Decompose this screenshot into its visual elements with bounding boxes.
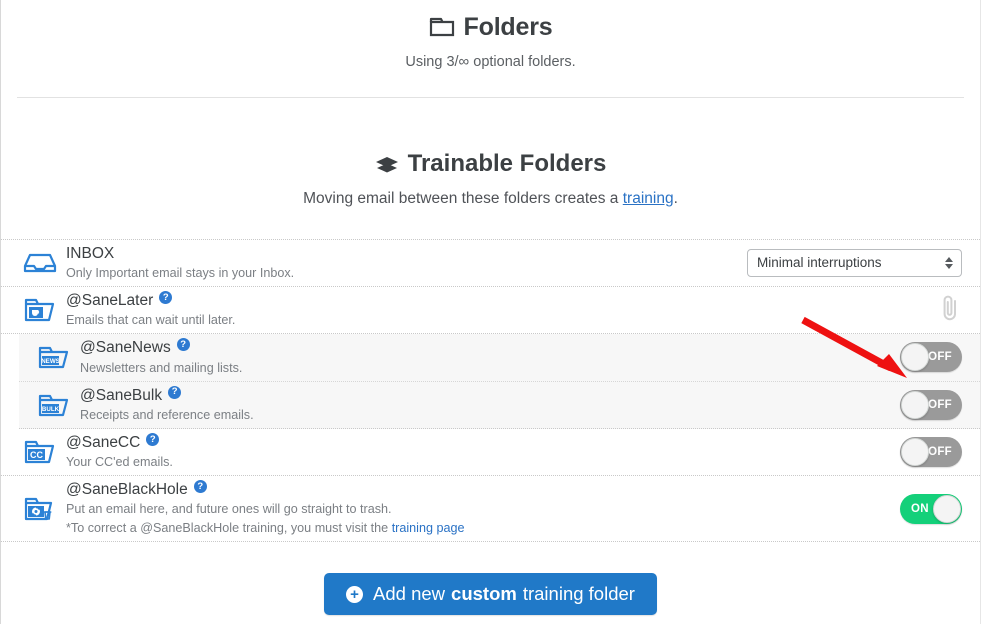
blackhole-note-prefix: *To correct a @SaneBlackHole training, y… bbox=[66, 521, 392, 536]
folder-row-control: OFF bbox=[732, 389, 962, 420]
folder-cc-icon: CC bbox=[23, 438, 63, 466]
inbox-mode-select-wrapper[interactable]: Minimal interruptions bbox=[747, 248, 962, 277]
folder-blackhole-icon bbox=[23, 495, 63, 523]
news-label: NEWS bbox=[41, 358, 60, 365]
folder-description: Receipts and reference emails. bbox=[80, 407, 254, 422]
folder-description: Newsletters and mailing lists. bbox=[80, 360, 243, 375]
help-icon[interactable]: ? bbox=[168, 385, 182, 399]
folder-name-text: @SaneBlackHole bbox=[66, 481, 188, 499]
open-folder-icon bbox=[429, 17, 455, 37]
toggle-knob bbox=[901, 437, 929, 466]
help-icon[interactable]: ? bbox=[193, 480, 207, 494]
trainable-folder-list: INBOX Only Important email stays in your… bbox=[1, 238, 980, 543]
folder-row-body: @SaneNews ? Newsletters and mailing list… bbox=[77, 338, 732, 376]
footer-actions: + Add new custom training folder bbox=[1, 573, 980, 616]
folder-row-control: OFF bbox=[732, 342, 962, 373]
folder-row-sanenews: NEWS @SaneNews ? Newsletters and mailing… bbox=[19, 334, 980, 382]
folder-name-text: INBOX bbox=[66, 244, 115, 262]
add-button-strong: custom bbox=[451, 583, 517, 605]
folder-description: Your CC'ed emails. bbox=[66, 455, 173, 470]
folder-news-icon: NEWS bbox=[37, 343, 77, 371]
training-link[interactable]: training bbox=[623, 190, 674, 207]
plus-icon: + bbox=[346, 585, 364, 603]
folder-row-control: ON bbox=[732, 493, 962, 524]
help-icon[interactable]: ? bbox=[176, 338, 190, 352]
add-button-label: Add new custom training folder bbox=[373, 583, 635, 605]
folder-name: @SaneNews ? bbox=[80, 338, 732, 357]
help-icon[interactable]: ? bbox=[146, 432, 160, 446]
folder-row-sanecc: CC @SaneCC ? Your CC'ed emails. OFF bbox=[1, 429, 980, 477]
folder-name-text: @SaneBulk bbox=[80, 386, 163, 404]
folder-coffee-icon bbox=[23, 296, 63, 324]
trainable-section-header: Trainable Folders Moving email between t… bbox=[1, 98, 980, 208]
cc-label: CC bbox=[30, 450, 43, 460]
folder-name: INBOX bbox=[66, 244, 732, 263]
folder-row-body: INBOX Only Important email stays in your… bbox=[63, 244, 732, 282]
trainable-subtitle-prefix: Moving email between these folders creat… bbox=[303, 189, 623, 207]
toggle-sanenews[interactable]: OFF bbox=[900, 342, 962, 373]
toggle-knob bbox=[901, 343, 929, 372]
toggle-state-label: OFF bbox=[928, 445, 952, 458]
bulk-label: BULK bbox=[42, 406, 60, 413]
folder-name-text: @SaneNews bbox=[80, 339, 171, 357]
toggle-sanebulk[interactable]: OFF bbox=[900, 389, 962, 420]
folder-description: Put an email here, and future ones will … bbox=[66, 502, 392, 517]
add-custom-training-folder-button[interactable]: + Add new custom training folder bbox=[324, 573, 657, 616]
folder-row-body: @SaneLater ? Emails that can wait until … bbox=[63, 291, 732, 329]
add-button-prefix: Add new bbox=[373, 583, 446, 605]
folders-section-header: Folders Using 3/∞ optional folders. bbox=[1, 0, 980, 70]
folder-row-body: @SaneCC ? Your CC'ed emails. bbox=[63, 432, 732, 471]
toggle-state-label: ON bbox=[911, 502, 929, 515]
toggle-knob bbox=[901, 390, 929, 419]
folder-name: @SaneBulk ? bbox=[80, 385, 732, 405]
folder-row-body: @SaneBulk ? Receipts and reference email… bbox=[77, 385, 732, 424]
folder-row-control bbox=[732, 293, 962, 328]
trainable-subtitle: Moving email between these folders creat… bbox=[1, 190, 980, 208]
folder-row-saneblackhole: @SaneBlackHole ? Put an email here, and … bbox=[1, 476, 980, 543]
folder-description-note: *To correct a @SaneBlackHole training, y… bbox=[66, 520, 732, 537]
folder-description: Only Important email stays in your Inbox… bbox=[66, 266, 295, 281]
folder-row-sanelater: @SaneLater ? Emails that can wait until … bbox=[1, 287, 980, 335]
folder-row-inbox: INBOX Only Important email stays in your… bbox=[1, 238, 980, 288]
folder-name-text: @SaneCC bbox=[66, 433, 141, 451]
graduation-cap-icon bbox=[375, 154, 399, 174]
folders-usage-text: Using 3/∞ optional folders. bbox=[1, 53, 980, 70]
help-icon[interactable]: ? bbox=[159, 291, 173, 305]
toggle-state-label: OFF bbox=[928, 351, 952, 364]
toggle-saneblackhole[interactable]: ON bbox=[900, 493, 962, 524]
add-button-suffix: training folder bbox=[522, 583, 635, 605]
folders-title-text: Folders bbox=[463, 13, 553, 41]
folder-bulk-icon: BULK bbox=[37, 391, 77, 419]
trainable-subtitle-suffix: . bbox=[673, 189, 678, 207]
toggle-knob bbox=[933, 494, 961, 523]
toggle-sanecc[interactable]: OFF bbox=[900, 436, 962, 467]
folder-name: @SaneBlackHole ? bbox=[66, 480, 732, 499]
folder-name: @SaneCC ? bbox=[66, 432, 732, 452]
folder-row-body: @SaneBlackHole ? Put an email here, and … bbox=[63, 480, 732, 537]
training-page-link[interactable]: training page bbox=[392, 521, 465, 535]
folder-row-sanebulk: BULK @SaneBulk ? Receipts and reference … bbox=[19, 381, 980, 429]
folders-usage-prefix: Using 3/ bbox=[405, 54, 459, 70]
folder-row-control: OFF bbox=[732, 436, 962, 467]
folder-name-text: @SaneLater bbox=[66, 292, 154, 310]
folder-row-control: Minimal interruptions bbox=[732, 248, 962, 277]
paperclip-icon[interactable] bbox=[938, 293, 962, 328]
folder-name: @SaneLater ? bbox=[66, 291, 732, 310]
inbox-tray-icon bbox=[23, 250, 63, 276]
trainable-title: Trainable Folders bbox=[1, 150, 980, 179]
infinity-symbol: ∞ bbox=[458, 53, 470, 70]
toggle-state-label: OFF bbox=[928, 398, 952, 411]
page-title: Folders bbox=[1, 12, 980, 42]
trainable-title-text: Trainable Folders bbox=[407, 150, 607, 177]
folder-description: Emails that can wait until later. bbox=[66, 313, 236, 328]
inbox-mode-select[interactable]: Minimal interruptions bbox=[747, 248, 962, 277]
folders-usage-suffix: optional folders. bbox=[469, 54, 576, 70]
